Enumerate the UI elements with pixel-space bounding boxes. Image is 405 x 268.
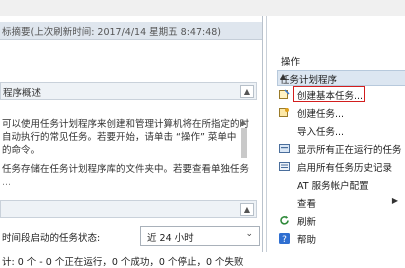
- title-band: [0, 0, 405, 16]
- chevron-up-icon[interactable]: ▲: [280, 72, 401, 81]
- task-status-section[interactable]: ▲: [0, 200, 257, 218]
- running-tasks-icon: [279, 144, 290, 153]
- actions-pane: 操作 任务计划程序 ▲ 创建基本任务... 创建任务... 导入任务... 显示…: [266, 16, 405, 252]
- create-task-icon: [279, 108, 289, 117]
- help-icon: ?: [279, 233, 290, 244]
- scroll-thumb[interactable]: [241, 128, 247, 158]
- status-period-value: 近 24 小时: [147, 233, 194, 244]
- collapse-chevron-icon[interactable]: ▲: [240, 203, 254, 216]
- summary-header-text: 标摘要(上次刷新时间: 2017/4/14 星期五 8:47:48): [2, 27, 222, 38]
- submenu-arrow-icon: ▶: [391, 196, 398, 205]
- actions-header: 操作: [281, 57, 301, 68]
- chevron-down-icon: ⌄: [245, 229, 253, 239]
- action-label: 刷新: [297, 217, 317, 228]
- collapse-chevron-icon[interactable]: ▲: [240, 85, 254, 98]
- overview-section[interactable]: 程序概述 ▲: [0, 82, 257, 100]
- status-summary: 计: 0 个 - 0 个正在运行，0 个成功，0 个停止，0 个失败: [2, 257, 244, 268]
- action-create-basic-task[interactable]: 创建基本任务...: [277, 86, 405, 103]
- action-label: 启用所有任务历史记录: [297, 163, 393, 174]
- status-period-select[interactable]: 近 24 小时 ⌄: [140, 226, 260, 246]
- overview-scrollbar[interactable]: ▲: [239, 118, 249, 182]
- overview-text: 可以使用任务计划程序来创建和管理计算机将在所指定的时 自动执行的常见任务。若要开…: [2, 118, 254, 189]
- action-help[interactable]: ? 帮助: [277, 230, 405, 247]
- overview-line: 可以使用任务计划程序来创建和管理计算机将在所指定的时: [2, 119, 250, 130]
- overview-line: 任务存储在任务计划程序库的文件夹中。若要查看单独任务: [2, 164, 250, 175]
- summary-header: 标摘要(上次刷新时间: 2017/4/14 星期五 8:47:48): [0, 22, 262, 40]
- summary-pane: 标摘要(上次刷新时间: 2017/4/14 星期五 8:47:48) 程序概述 …: [0, 16, 263, 268]
- refresh-icon: [280, 215, 289, 225]
- overview-line: 自动执行的常见任务。若要开始，请单击 “操作” 菜单中: [2, 132, 237, 143]
- status-period-label: 时间段启动的任务状态:: [2, 233, 101, 244]
- action-create-task[interactable]: 创建任务...: [277, 104, 405, 121]
- action-enable-task-history[interactable]: 启用所有任务历史记录: [277, 158, 405, 175]
- action-label: 创建任务...: [297, 109, 345, 120]
- action-label: 创建基本任务...: [297, 91, 364, 102]
- action-view[interactable]: 查看 ▶: [277, 194, 405, 211]
- action-display-running-tasks[interactable]: 显示所有正在运行的任务: [277, 140, 405, 157]
- svg-text:?: ?: [282, 235, 287, 244]
- overview-line: ...: [2, 177, 12, 188]
- overview-line: 的命令。: [2, 145, 41, 156]
- action-label: 查看: [297, 199, 317, 210]
- action-at-service-config[interactable]: AT 服务帐户配置: [277, 176, 405, 193]
- actions-section-task-scheduler[interactable]: 任务计划程序 ▲: [277, 70, 405, 86]
- action-label: 导入任务...: [297, 127, 345, 138]
- overview-section-title: 程序概述: [3, 88, 42, 99]
- scroll-up-icon[interactable]: ▲: [240, 118, 248, 126]
- task-status-row: 时间段启动的任务状态: 近 24 小时 ⌄: [0, 226, 262, 246]
- action-label: 帮助: [297, 235, 317, 246]
- task-history-icon: [279, 162, 290, 171]
- action-label: 显示所有正在运行的任务: [297, 145, 402, 156]
- action-refresh[interactable]: 刷新: [277, 212, 405, 229]
- action-import-task[interactable]: 导入任务...: [277, 122, 405, 139]
- create-basic-task-icon: [279, 89, 290, 99]
- action-label: AT 服务帐户配置: [297, 181, 369, 192]
